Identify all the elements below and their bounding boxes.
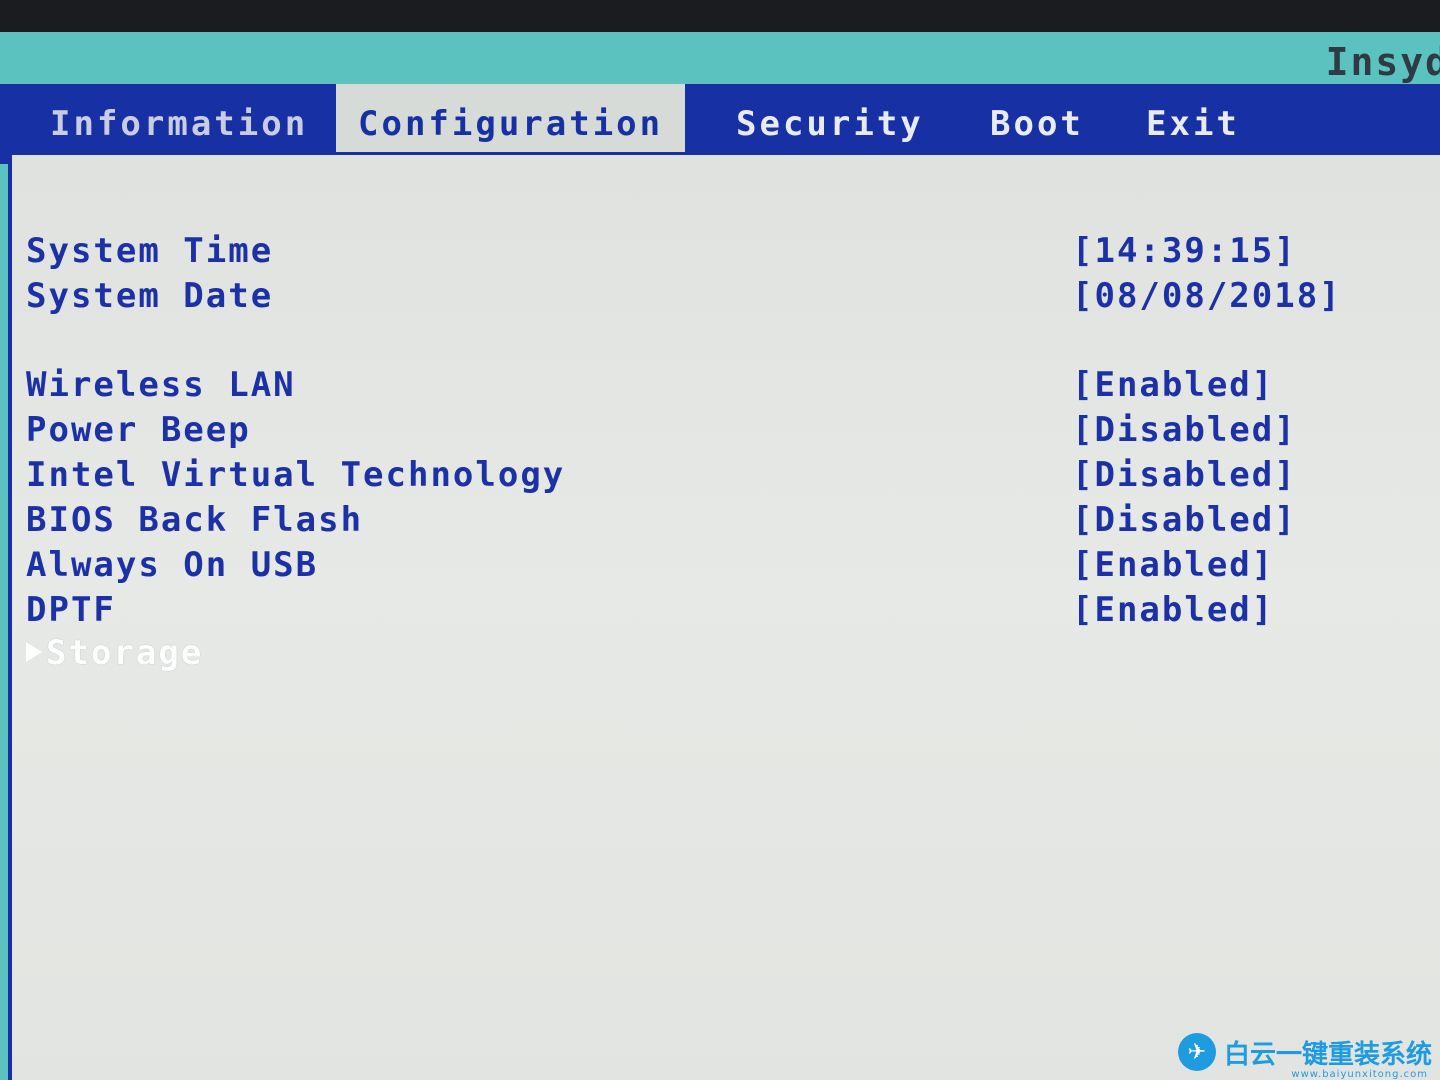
submenu-arrow-icon: [26, 642, 42, 662]
setting-value[interactable]: [14:39:15]: [1072, 231, 1297, 271]
bird-logo-icon: ✈: [1177, 1033, 1216, 1071]
setting-bios-back-flash[interactable]: BIOS Back Flash [Disabled]: [26, 500, 1426, 544]
setting-value[interactable]: [Enabled]: [1072, 545, 1274, 585]
setting-label: Intel Virtual Technology: [26, 455, 566, 495]
setting-value[interactable]: [Disabled]: [1072, 410, 1297, 450]
setting-label: Storage: [26, 633, 203, 673]
setting-value[interactable]: [Disabled]: [1072, 455, 1297, 495]
setting-label: Power Beep: [26, 410, 251, 450]
setting-value[interactable]: [Disabled]: [1072, 500, 1297, 540]
watermark-url: www.baiyunxitong.com: [1291, 1069, 1428, 1080]
setting-power-beep[interactable]: Power Beep [Disabled]: [26, 410, 1426, 454]
setting-system-date[interactable]: System Date [08/08/2018]: [26, 276, 1426, 320]
settings-panel: System Time [14:39:15] System Date [08/0…: [8, 152, 1440, 1080]
setting-system-time[interactable]: System Time [14:39:15]: [26, 231, 1426, 275]
watermark-text: 白云一键重装系统: [1223, 1039, 1432, 1070]
setting-value[interactable]: [Enabled]: [1072, 365, 1274, 405]
setting-label: DPTF: [26, 590, 116, 630]
bios-screen: Insyd Information Configuration Security…: [0, 32, 1440, 1080]
setting-value[interactable]: [08/08/2018]: [1072, 276, 1342, 316]
setting-value[interactable]: [Enabled]: [1072, 590, 1274, 630]
setting-dptf[interactable]: DPTF [Enabled]: [26, 590, 1426, 634]
setting-label: Wireless LAN: [26, 365, 296, 405]
storage-label: Storage: [46, 633, 204, 673]
setting-wireless-lan[interactable]: Wireless LAN [Enabled]: [26, 365, 1426, 409]
submenu-storage[interactable]: Storage: [26, 633, 1426, 677]
setting-intel-virtual-technology[interactable]: Intel Virtual Technology [Disabled]: [26, 455, 1426, 499]
setting-label: System Date: [26, 276, 274, 316]
vendor-logo: Insyd: [1325, 40, 1440, 84]
setting-label: System Time: [26, 231, 274, 271]
setting-always-on-usb[interactable]: Always On USB [Enabled]: [26, 545, 1426, 589]
watermark: ✈ 白云一键重装系统: [1177, 1030, 1432, 1074]
setting-label: BIOS Back Flash: [26, 500, 364, 540]
setting-label: Always On USB: [26, 545, 319, 585]
